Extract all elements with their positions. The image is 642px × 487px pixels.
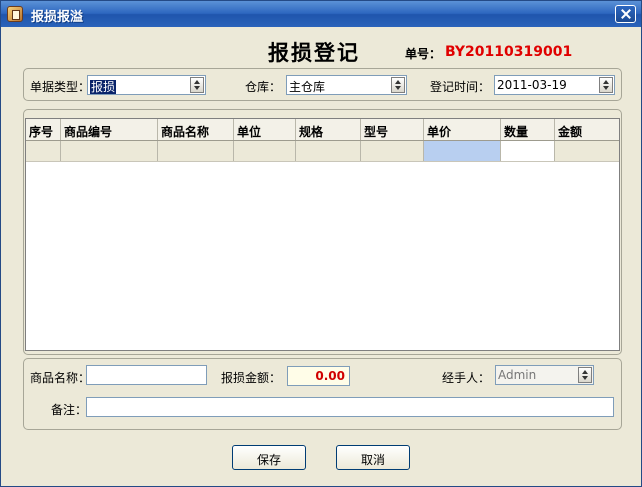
items-table[interactable]: 序号 商品编号 商品名称 单位 规格 型号 单价 数量 金额 [25,118,620,351]
loss-amount-label: 报损金额： [221,371,282,385]
cell-model[interactable] [361,141,424,161]
registration-date-spinner-icon[interactable] [599,77,613,93]
handler-select[interactable]: Admin [495,365,594,385]
registration-date-label: 登记时间： [430,80,491,94]
registration-date-select[interactable]: 2011-03-19 [494,75,615,95]
registration-date-value: 2011-03-19 [497,78,567,92]
column-header-unit-price[interactable]: 单价 [424,119,501,140]
close-icon[interactable] [615,5,636,23]
save-button[interactable]: 保存 [232,445,306,470]
window-title: 报损报溢 [31,10,84,25]
warehouse-label: 仓库： [245,80,282,94]
cell-product-code[interactable] [61,141,158,161]
order-number-value: BY20110319001 [445,44,573,60]
save-button-label: 保存 [256,453,281,467]
column-header-model[interactable]: 型号 [361,119,424,140]
product-name-input[interactable] [86,365,207,385]
cell-unit-price[interactable] [424,141,501,161]
column-header-quantity[interactable]: 数量 [501,119,555,140]
handler-spinner-icon[interactable] [578,367,592,383]
column-header-unit[interactable]: 单位 [234,119,296,140]
cell-product-name[interactable] [158,141,234,161]
note-label: 备注： [51,403,88,417]
column-header-amount[interactable]: 金额 [555,119,619,140]
warehouse-select[interactable]: 主仓库 [286,75,407,95]
cell-quantity[interactable] [501,141,555,161]
table-row[interactable] [26,141,619,162]
cancel-button[interactable]: 取消 [336,445,410,470]
handler-label: 经手人： [442,371,491,385]
document-type-value: 报损 [90,78,117,95]
page-title: 报损登记 [268,40,360,65]
document-type-spinner-icon[interactable] [190,77,204,93]
loss-amount-value: 0.00 [315,369,345,383]
loss-amount-field[interactable]: 0.00 [287,366,350,386]
column-header-product-code[interactable]: 商品编号 [61,119,158,140]
column-header-spec[interactable]: 规格 [296,119,361,140]
cell-spec[interactable] [296,141,361,161]
stock-adjustment-icon [7,6,23,22]
cancel-button-label: 取消 [360,453,385,467]
column-header-product-name[interactable]: 商品名称 [158,119,234,140]
handler-value: Admin [498,368,537,382]
table-header: 序号 商品编号 商品名称 单位 规格 型号 单价 数量 金额 [26,119,619,141]
cell-index[interactable] [26,141,61,161]
cell-unit[interactable] [234,141,296,161]
warehouse-value: 主仓库 [289,80,326,94]
document-type-select[interactable]: 报损 [87,75,206,95]
document-type-label: 单据类型： [30,80,91,94]
cell-amount[interactable] [555,141,619,161]
title-bar: 报损报溢 [1,1,641,27]
document-type-selected-text: 报损 [90,80,117,94]
note-input[interactable] [86,397,614,417]
product-name-label: 商品名称： [30,371,91,385]
report-loss-window: 报损报溢 报损登记 单号： BY20110319001 单据类型： 报损 仓库：… [0,0,642,487]
order-number-label: 单号： [405,47,442,61]
column-header-index[interactable]: 序号 [26,119,61,140]
warehouse-spinner-icon[interactable] [391,77,405,93]
